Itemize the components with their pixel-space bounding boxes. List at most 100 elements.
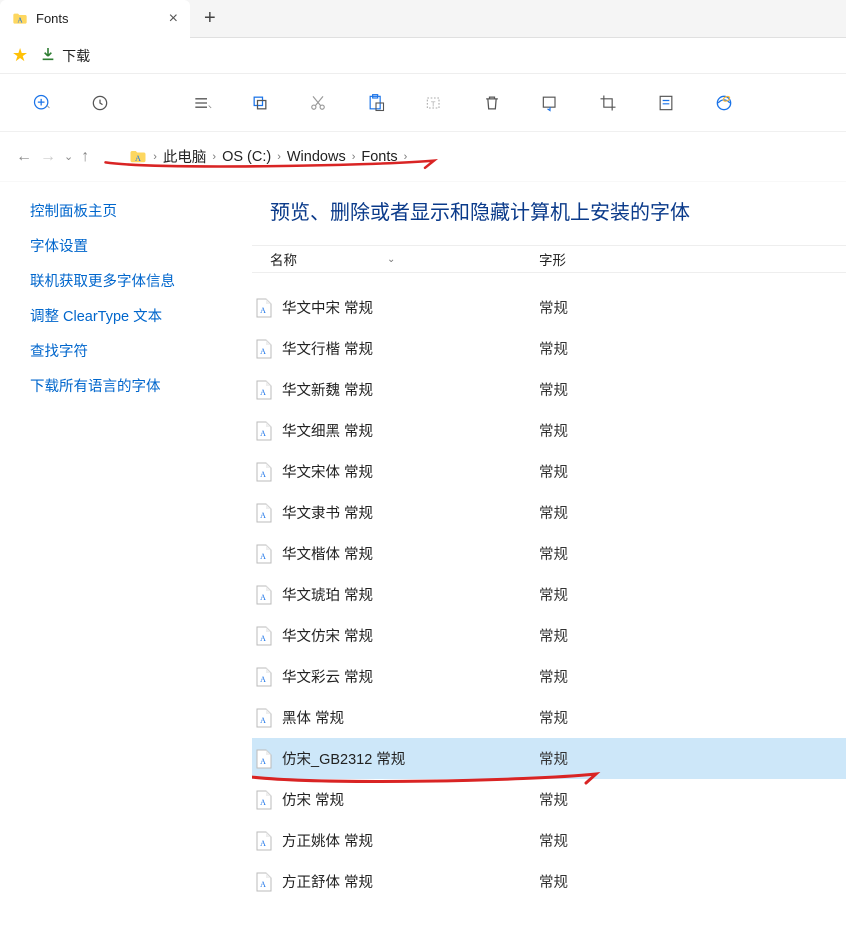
history-button[interactable] xyxy=(84,87,116,119)
chevron-right-icon[interactable]: › xyxy=(404,151,408,163)
fonts-folder-icon: A xyxy=(12,11,28,27)
rename-button[interactable]: T xyxy=(418,87,450,119)
new-button[interactable] xyxy=(26,87,58,119)
up-button[interactable]: ↑ xyxy=(81,148,89,166)
recent-dropdown[interactable]: ⌄ xyxy=(64,150,73,163)
list-item[interactable]: A 华文楷体 常规 常规 xyxy=(252,533,846,574)
font-file-icon: A xyxy=(256,585,272,605)
sidebar-home[interactable]: 控制面板主页 xyxy=(30,200,252,221)
chevron-right-icon[interactable]: › xyxy=(352,151,356,163)
crumb-drive[interactable]: OS (C:) xyxy=(222,149,271,165)
list-item[interactable]: A华文琥珀 常规常规 xyxy=(252,574,846,615)
list-item[interactable]: A方正姚体 常规常规 xyxy=(252,820,846,861)
ie-button[interactable] xyxy=(708,87,740,119)
font-name: 黑体 常规 xyxy=(282,707,344,728)
svg-text:A: A xyxy=(260,839,266,848)
svg-text:A: A xyxy=(260,716,266,725)
download-favorite[interactable]: 下载 xyxy=(40,46,90,66)
list-item[interactable]: A华文新魏 常规常规 xyxy=(252,369,846,410)
delete-button[interactable] xyxy=(476,87,508,119)
toolbar: T xyxy=(0,74,846,132)
paste-button[interactable] xyxy=(360,87,392,119)
font-file-icon: A xyxy=(256,831,272,851)
list-item[interactable]: A 方正舒体 常规 常规 xyxy=(252,861,846,902)
column-style[interactable]: 字形 xyxy=(539,249,566,269)
column-name[interactable]: 名称 ⌄ xyxy=(252,249,539,269)
font-file-icon: A xyxy=(256,380,272,400)
cut-button[interactable] xyxy=(302,87,334,119)
chevron-right-icon[interactable]: › xyxy=(153,151,157,163)
star-icon[interactable]: ★ xyxy=(12,45,28,66)
chevron-right-icon[interactable]: › xyxy=(277,151,281,163)
list-item[interactable]: A华文宋体 常规常规 xyxy=(252,451,846,492)
download-icon xyxy=(40,46,56,65)
sidebar-download-langs[interactable]: 下载所有语言的字体 xyxy=(30,375,252,396)
sidebar-find-char[interactable]: 查找字符 xyxy=(30,340,252,361)
svg-text:A: A xyxy=(260,388,266,397)
sidebar-more-fonts[interactable]: 联机获取更多字体信息 xyxy=(30,270,252,291)
close-icon[interactable]: × xyxy=(169,10,178,28)
list-item[interactable]: A华文细黑 常规常规 xyxy=(252,410,846,451)
tab-fonts[interactable]: A Fonts × xyxy=(0,0,190,38)
font-style: 常规 xyxy=(539,871,568,892)
properties-button[interactable] xyxy=(650,87,682,119)
list-item[interactable]: A华文隶书 常规常规 xyxy=(252,492,846,533)
svg-text:A: A xyxy=(260,429,266,438)
font-file-icon: A xyxy=(256,872,272,892)
main: 控制面板主页 字体设置 联机获取更多字体信息 调整 ClearType 文本 查… xyxy=(0,182,846,931)
copy-button[interactable] xyxy=(244,87,276,119)
crop-button[interactable] xyxy=(592,87,624,119)
list-item[interactable]: A华文行楷 常规常规 xyxy=(252,328,846,369)
list-item[interactable]: A仿宋_GB2312 常规常规 xyxy=(252,738,846,779)
new-tab-button[interactable]: + xyxy=(190,7,230,30)
svg-text:A: A xyxy=(260,798,266,807)
svg-text:A: A xyxy=(260,675,266,684)
crumb-pc[interactable]: 此电脑 xyxy=(163,146,207,167)
list-item[interactable]: A仿宋 常规常规 xyxy=(252,779,846,820)
font-name: 华文仿宋 常规 xyxy=(282,625,373,646)
font-name: 华文彩云 常规 xyxy=(282,666,373,687)
font-file-icon: A xyxy=(256,749,272,769)
forward-button[interactable]: → xyxy=(40,148,56,166)
back-button[interactable]: ← xyxy=(16,148,32,166)
font-file-icon: A xyxy=(256,667,272,687)
font-name: 仿宋_GB2312 常规 xyxy=(282,748,405,769)
font-file-icon: A xyxy=(256,544,272,564)
sidebar-font-settings[interactable]: 字体设置 xyxy=(30,235,252,256)
font-file-icon: A xyxy=(256,790,272,810)
font-name: 华文新魏 常规 xyxy=(282,379,373,400)
sidebar: 控制面板主页 字体设置 联机获取更多字体信息 调整 ClearType 文本 查… xyxy=(0,182,252,931)
crumb-windows[interactable]: Windows xyxy=(287,149,346,165)
list-item[interactable]: A华文彩云 常规常规 xyxy=(252,656,846,697)
favorites-bar: ★ 下载 xyxy=(0,38,846,74)
chevron-down-icon: ⌄ xyxy=(387,254,395,265)
list-item[interactable]: A华文中宋 常规常规 xyxy=(252,287,846,328)
breadcrumb-folder-icon: A xyxy=(129,148,147,166)
font-file-icon: A xyxy=(256,626,272,646)
font-list: A华文中宋 常规常规A华文行楷 常规常规A华文新魏 常规常规A华文细黑 常规常规… xyxy=(252,273,846,926)
font-name: 华文楷体 常规 xyxy=(282,543,373,564)
font-name: 方正姚体 常规 xyxy=(282,830,373,851)
svg-text:A: A xyxy=(260,306,266,315)
font-style: 常规 xyxy=(539,338,568,359)
svg-text:A: A xyxy=(260,757,266,766)
list-item[interactable]: A黑体 常规常规 xyxy=(252,697,846,738)
font-name: 方正舒体 常规 xyxy=(282,871,373,892)
crumb-fonts[interactable]: Fonts xyxy=(361,149,397,165)
move-button[interactable] xyxy=(534,87,566,119)
list-menu-button[interactable] xyxy=(186,87,218,119)
chevron-right-icon[interactable]: › xyxy=(212,151,216,163)
svg-text:A: A xyxy=(260,634,266,643)
font-file-icon: A xyxy=(256,503,272,523)
breadcrumb: A › 此电脑 › OS (C:) › Windows › Fonts › xyxy=(101,146,407,167)
font-style: 常规 xyxy=(539,543,568,564)
font-name: 华文中宋 常规 xyxy=(282,297,373,318)
list-item[interactable]: A华文仿宋 常规常规 xyxy=(252,615,846,656)
tab-bar: A Fonts × + xyxy=(0,0,846,38)
font-style: 常规 xyxy=(539,420,568,441)
list-item[interactable] xyxy=(252,273,846,287)
svg-text:A: A xyxy=(260,880,266,889)
sidebar-cleartype[interactable]: 调整 ClearType 文本 xyxy=(30,305,252,326)
font-name: 华文隶书 常规 xyxy=(282,502,373,523)
svg-text:A: A xyxy=(260,347,266,356)
